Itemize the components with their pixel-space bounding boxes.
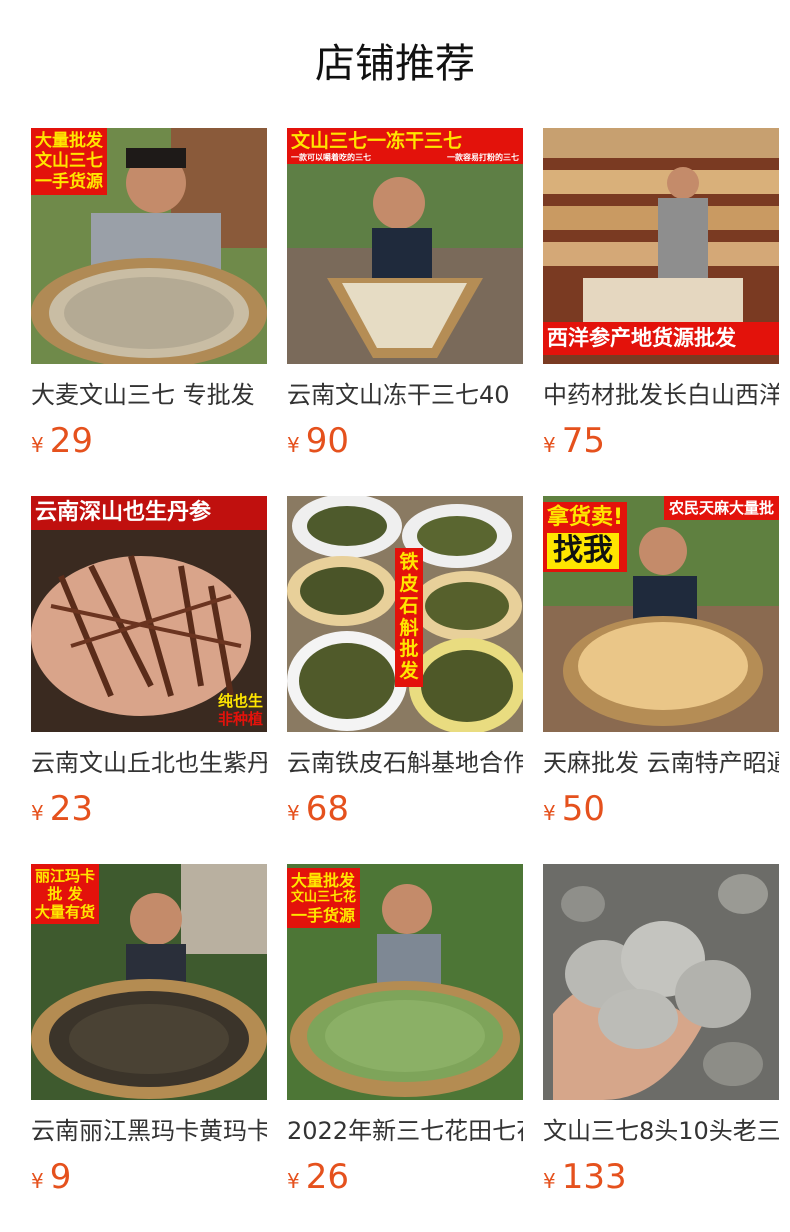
currency-symbol: ¥ <box>543 801 556 825</box>
product-image[interactable]: 大量批发 文山三七 一手货源 <box>31 128 267 364</box>
price-value: 23 <box>49 789 93 829</box>
product-image[interactable]: 大量批发 文山三七花 一手货源 <box>287 864 523 1100</box>
product-price: ¥29 <box>31 420 267 462</box>
image-banner: 云南深山也生丹参 <box>31 496 267 531</box>
currency-symbol: ¥ <box>287 1169 300 1193</box>
product-image[interactable]: 丽江玛卡 批 发 大量有货 <box>31 864 267 1100</box>
product-name[interactable]: 天麻批发 云南特产昭通 <box>543 746 779 780</box>
product-price: ¥133 <box>543 1156 779 1198</box>
product-name[interactable]: 云南文山冻干三七40 <box>287 378 523 412</box>
product-name[interactable]: 云南丽江黑玛卡黄玛卡 <box>31 1114 267 1148</box>
price-value: 26 <box>305 1157 349 1197</box>
image-banner-right: 农民天麻大量批 <box>663 496 779 520</box>
currency-symbol: ¥ <box>543 433 556 457</box>
product-name[interactable]: 云南铁皮石斛基地合作 <box>287 746 523 780</box>
image-banner: 大量批发 文山三七 一手货源 <box>31 128 107 196</box>
currency-symbol: ¥ <box>287 433 300 457</box>
product-price: ¥90 <box>287 420 523 462</box>
currency-symbol: ¥ <box>287 801 300 825</box>
product-name[interactable]: 文山三七8头10头老三七 <box>543 1114 779 1148</box>
product-price: ¥9 <box>31 1156 267 1198</box>
image-banner: 铁皮石斛批发 <box>395 548 423 688</box>
product-price: ¥23 <box>31 788 267 830</box>
image-banner: 文山三七一冻干三七 一款可以嚼着吃的三七 一款容易打粉的三七 <box>287 128 523 165</box>
currency-symbol: ¥ <box>31 433 44 457</box>
product-price: ¥75 <box>543 420 779 462</box>
price-value: 90 <box>305 421 349 461</box>
currency-symbol: ¥ <box>31 801 44 825</box>
product-card[interactable]: 西洋参产地货源批发 中药材批发长白山西洋 ¥75 <box>543 128 779 496</box>
product-photo <box>543 864 779 1100</box>
product-name[interactable]: 大麦文山三七 专批发 <box>31 378 267 412</box>
currency-symbol: ¥ <box>543 1169 556 1193</box>
product-card[interactable]: 拿货卖! 找我 农民天麻大量批 天麻批发 云南特产昭通 ¥50 <box>543 496 779 864</box>
product-image[interactable] <box>543 864 779 1100</box>
image-banner: 丽江玛卡 批 发 大量有货 <box>31 864 100 924</box>
price-value: 50 <box>561 789 605 829</box>
product-price: ¥68 <box>287 788 523 830</box>
price-value: 75 <box>561 421 605 461</box>
product-image[interactable]: 文山三七一冻干三七 一款可以嚼着吃的三七 一款容易打粉的三七 <box>287 128 523 364</box>
product-image[interactable]: 铁皮石斛批发 <box>287 496 523 732</box>
price-value: 9 <box>49 1157 72 1197</box>
product-card[interactable]: 铁皮石斛批发 云南铁皮石斛基地合作 ¥68 <box>287 496 523 864</box>
image-banner: 大量批发 文山三七花 一手货源 <box>287 868 361 928</box>
product-card[interactable]: 文山三七8头10头老三七 ¥133 <box>543 864 779 1232</box>
product-grid: 大量批发 文山三七 一手货源 大麦文山三七 专批发 ¥29 文山三七一冻干三七 <box>31 128 779 1232</box>
image-banner: 西洋参产地货源批发 <box>543 322 779 356</box>
page-title: 店铺推荐 <box>315 41 475 87</box>
product-image[interactable]: 云南深山也生丹参 纯也生 非种植 <box>31 496 267 732</box>
product-card[interactable]: 文山三七一冻干三七 一款可以嚼着吃的三七 一款容易打粉的三七 云南文山冻干三七4… <box>287 128 523 496</box>
product-name[interactable]: 2022年新三七花田七花 <box>287 1114 523 1148</box>
product-card[interactable]: 大量批发 文山三七 一手货源 大麦文山三七 专批发 ¥29 <box>31 128 267 496</box>
product-price: ¥50 <box>543 788 779 830</box>
currency-symbol: ¥ <box>31 1169 44 1193</box>
price-value: 68 <box>305 789 349 829</box>
product-name[interactable]: 中药材批发长白山西洋 <box>543 378 779 412</box>
product-card[interactable]: 云南深山也生丹参 纯也生 非种植 云南文山丘北也生紫丹 ¥23 <box>31 496 267 864</box>
image-caption: 纯也生 非种植 <box>217 692 263 728</box>
price-value: 133 <box>561 1157 627 1197</box>
price-value: 29 <box>49 421 93 461</box>
product-price: ¥26 <box>287 1156 523 1198</box>
product-image[interactable]: 西洋参产地货源批发 <box>543 128 779 364</box>
product-card[interactable]: 大量批发 文山三七花 一手货源 2022年新三七花田七花 ¥26 <box>287 864 523 1232</box>
product-name[interactable]: 云南文山丘北也生紫丹 <box>31 746 267 780</box>
product-image[interactable]: 拿货卖! 找我 农民天麻大量批 <box>543 496 779 732</box>
image-banner: 拿货卖! 找我 <box>543 502 628 573</box>
product-card[interactable]: 丽江玛卡 批 发 大量有货 云南丽江黑玛卡黄玛卡 ¥9 <box>31 864 267 1232</box>
